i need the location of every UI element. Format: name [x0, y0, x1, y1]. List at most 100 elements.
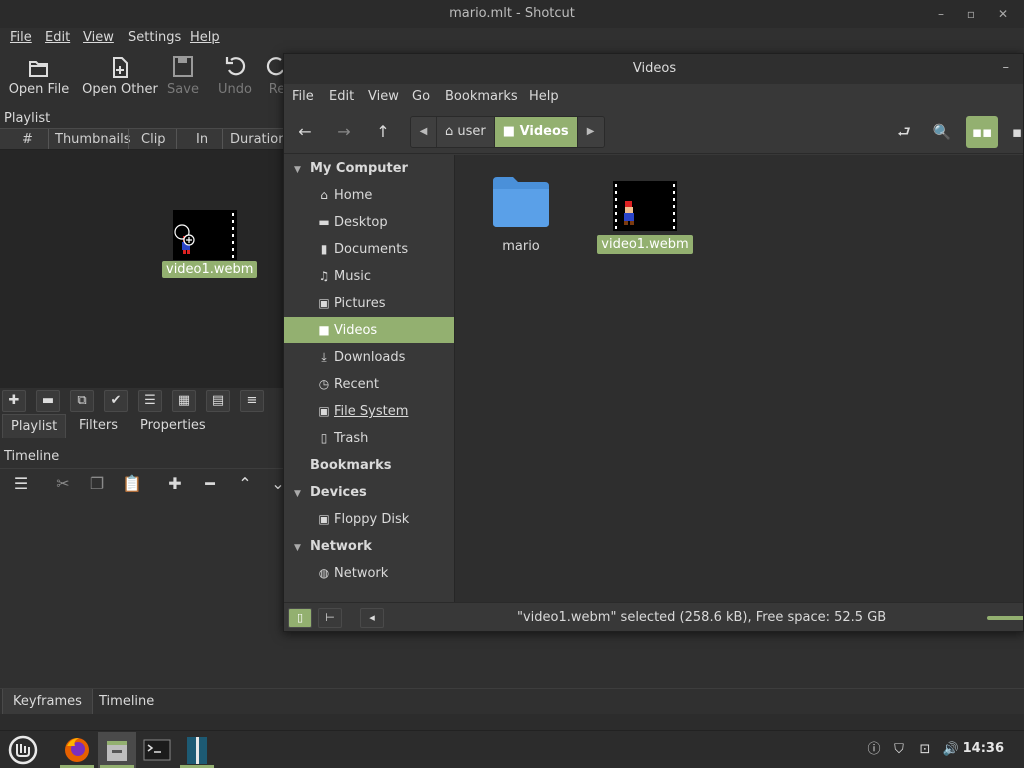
sidebar-heading-network[interactable]: ▼ Network: [294, 539, 372, 554]
grid-view-button[interactable]: ▦: [172, 390, 196, 412]
toggle-location-icon[interactable]: ⮐: [888, 116, 920, 148]
start-menu-button[interactable]: [2, 732, 40, 768]
desktop-icon: ▬: [318, 215, 330, 229]
drag-file-label: video1.webm: [162, 261, 258, 278]
undo-button[interactable]: Undo: [215, 52, 255, 104]
tab-playlist[interactable]: Playlist: [2, 414, 67, 438]
playlist-menu-button[interactable]: ≡: [240, 390, 264, 412]
sidebar-item-music[interactable]: ♫ Music: [284, 263, 454, 289]
sidebar-item-pictures[interactable]: ▣ Pictures: [284, 290, 454, 316]
list-view-icon[interactable]: ▪▪: [1006, 116, 1023, 148]
shotcut-icon: [187, 737, 207, 764]
timeline-menu-icon[interactable]: ☰: [8, 472, 34, 496]
tab-timeline[interactable]: Timeline: [89, 689, 164, 715]
append-icon[interactable]: ✚: [162, 472, 188, 496]
up-icon[interactable]: ↑: [368, 118, 398, 146]
document-icon: ▮: [320, 242, 328, 256]
search-icon[interactable]: 🔍: [926, 116, 958, 148]
shotcut-launcher[interactable]: [178, 732, 216, 768]
menu-file[interactable]: File: [10, 30, 32, 45]
volume-icon[interactable]: 🔊: [941, 740, 961, 760]
file-manager-launcher[interactable]: [98, 732, 136, 768]
maximize-button[interactable]: ▫: [956, 0, 986, 28]
column-clip[interactable]: Clip: [141, 132, 166, 147]
sidebar-item-documents[interactable]: ▮ Documents: [284, 236, 454, 262]
file-item-video[interactable]: video1.webm: [595, 175, 695, 254]
tab-filters[interactable]: Filters: [71, 414, 126, 438]
cut-icon[interactable]: ✂: [50, 472, 76, 496]
sidebar-item-desktop[interactable]: ▬ Desktop: [284, 209, 454, 235]
drive-icon: ▣: [318, 404, 330, 418]
nemo-menu-go[interactable]: Go: [412, 89, 430, 104]
icon-view-icon[interactable]: ▪▪: [966, 116, 998, 148]
minimize-icon[interactable]: –: [1003, 54, 1010, 82]
lift-icon[interactable]: ⌃: [232, 472, 258, 496]
menu-view[interactable]: View: [83, 30, 114, 45]
update-manager-icon[interactable]: ⓘ: [864, 740, 884, 760]
file-manager-title: Videos: [632, 61, 677, 76]
zoom-slider[interactable]: [987, 616, 1023, 620]
show-places-icon[interactable]: ▯: [288, 608, 312, 628]
path-segment-user[interactable]: ⌂ user: [437, 117, 495, 147]
firefox-launcher[interactable]: [58, 732, 96, 768]
list-view-button[interactable]: ☰: [138, 390, 162, 412]
sidebar-item-home[interactable]: ⌂ Home: [284, 182, 454, 208]
sidebar-item-recent[interactable]: ◷ Recent: [284, 371, 454, 397]
nemo-menu-bookmarks[interactable]: Bookmarks: [445, 89, 518, 104]
path-segment-videos[interactable]: ■ Videos: [494, 117, 578, 147]
file-view[interactable]: mario video1.webm: [454, 155, 1023, 602]
file-name: mario: [502, 239, 540, 254]
file-item-folder[interactable]: mario: [471, 175, 571, 256]
paste-icon[interactable]: 📋: [119, 472, 145, 496]
show-tree-icon[interactable]: ⊢: [318, 608, 342, 628]
save-button[interactable]: Save: [164, 52, 202, 104]
add-clip-button[interactable]: ✚: [2, 390, 26, 412]
sidebar-item-videos[interactable]: ■ Videos: [284, 317, 454, 343]
sidebar-item-trash[interactable]: ▯ Trash: [284, 425, 454, 451]
menu-edit[interactable]: Edit: [45, 30, 70, 45]
back-icon[interactable]: ←: [290, 118, 320, 146]
copy-icon[interactable]: ❐: [84, 472, 110, 496]
column-duration[interactable]: Duration: [230, 132, 286, 147]
network-tray-icon[interactable]: ⊡: [915, 740, 935, 760]
nemo-menu-view[interactable]: View: [368, 89, 399, 104]
tab-keyframes[interactable]: Keyframes: [2, 689, 93, 715]
expand-triangle-icon: ▼: [294, 489, 301, 499]
column-in[interactable]: In: [196, 132, 208, 147]
detail-view-button[interactable]: ▤: [206, 390, 230, 412]
clock[interactable]: 14:36: [963, 741, 1004, 756]
open-file-button[interactable]: Open File: [8, 52, 70, 104]
sidebar-heading-devices[interactable]: ▼ Devices: [294, 485, 367, 500]
select-check-button[interactable]: ✔: [104, 390, 128, 412]
shield-icon[interactable]: ⛉: [889, 740, 909, 760]
nemo-menu-edit[interactable]: Edit: [329, 89, 354, 104]
ripple-delete-icon[interactable]: ━: [197, 472, 223, 496]
file-manager-toolbar: ← → ↑ ◀ ⌂ user ■ Videos ▶ ⮐ 🔍 ▪▪ ▪▪: [284, 110, 1023, 154]
forward-icon[interactable]: →: [329, 118, 359, 146]
path-left-arrow-icon[interactable]: ◀: [411, 117, 437, 147]
nemo-menu-help[interactable]: Help: [529, 89, 559, 104]
remove-clip-button[interactable]: ▬: [36, 390, 60, 412]
menu-help[interactable]: Help: [190, 30, 220, 45]
close-button[interactable]: ✕: [988, 0, 1018, 28]
sidebar-heading-my-computer[interactable]: ▼ My Computer: [294, 161, 408, 176]
terminal-launcher[interactable]: [138, 732, 176, 768]
sidebar-item-file-system[interactable]: ▣ File System: [284, 398, 454, 424]
home-icon: ⌂: [320, 188, 328, 202]
open-other-button[interactable]: Open Other: [82, 52, 158, 104]
sidebar-item-downloads[interactable]: ⤓ Downloads: [284, 344, 454, 370]
column-thumbnails[interactable]: Thumbnails: [55, 132, 131, 147]
path-right-arrow-icon[interactable]: ▶: [577, 117, 604, 147]
menu-settings[interactable]: Settings: [128, 30, 181, 45]
hide-sidebar-icon[interactable]: ◂: [360, 608, 384, 628]
column-number[interactable]: #: [22, 132, 33, 147]
drag-thumbnail: [173, 210, 237, 260]
sidebar-item-network[interactable]: ◍ Network: [284, 560, 454, 586]
sidebar-item-floppy-disk[interactable]: ▣ Floppy Disk: [284, 506, 454, 532]
nemo-menu-file[interactable]: File: [292, 89, 314, 104]
update-clip-button[interactable]: ⧉: [70, 390, 94, 412]
minimize-button[interactable]: –: [926, 0, 956, 28]
playlist-column-headers: # Thumbnails Clip In Duration: [0, 128, 290, 150]
sidebar-heading-bookmarks[interactable]: Bookmarks: [294, 458, 392, 473]
tab-properties[interactable]: Properties: [132, 414, 214, 438]
